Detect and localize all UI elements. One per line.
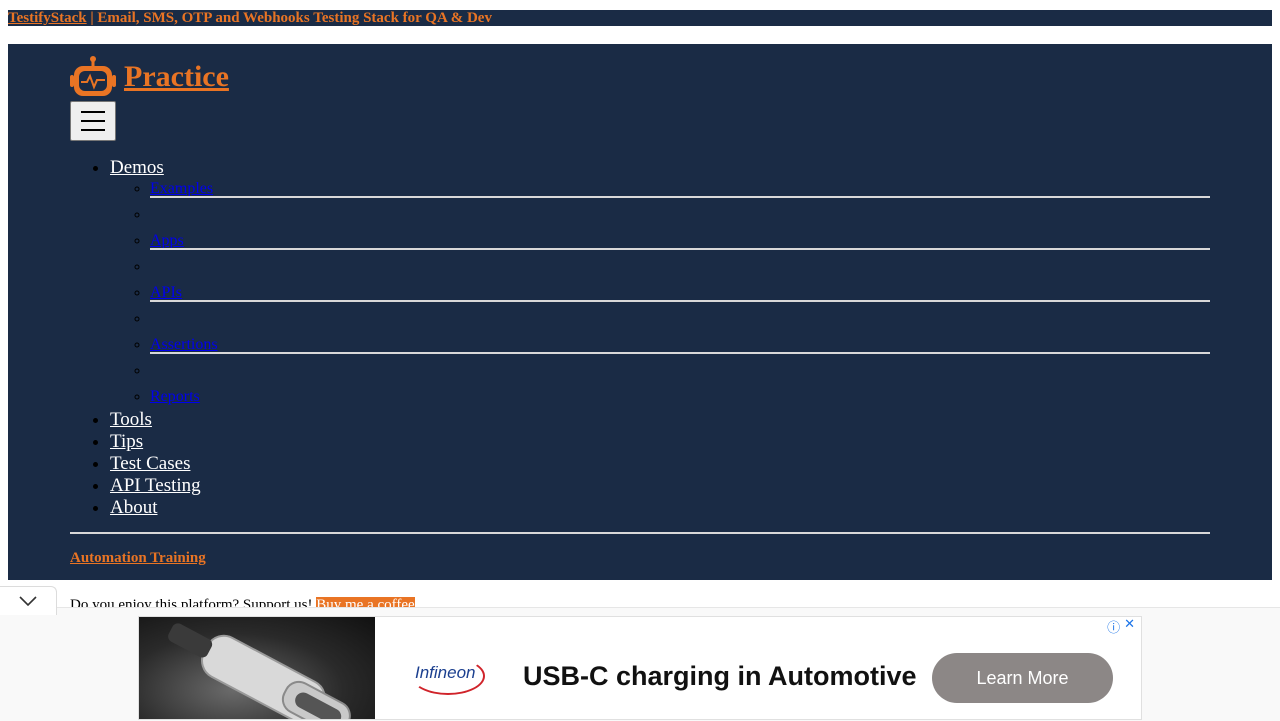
ad-learn-more-button[interactable]: Learn More [932, 653, 1113, 703]
dropdown-item: APIs [150, 283, 1250, 309]
nav-link-about[interactable]: About [110, 497, 158, 518]
advertisement-banner[interactable]: Infineon USB-C charging in Automotive Le… [138, 616, 1142, 720]
hamburger-line [81, 111, 105, 113]
nav-item-test-cases: Test Cases [110, 453, 1250, 475]
nav-link-tips[interactable]: Tips [110, 431, 143, 452]
close-icon[interactable]: ✕ [1124, 617, 1135, 636]
dropdown-divider [150, 352, 1250, 387]
ad-headline: USB-C charging in Automotive [523, 661, 917, 691]
dropdown-link-reports[interactable]: Reports [150, 388, 200, 405]
demos-dropdown: Examples Apps APIs Assertions Reports [110, 179, 1250, 409]
nav-item-api-testing: API Testing [110, 475, 1250, 497]
dropdown-divider [150, 196, 1250, 231]
hamburger-line [81, 129, 105, 131]
dropdown-item: Apps [150, 231, 1250, 257]
promo-bar: TestifyStack | Email, SMS, OTP and Webho… [8, 10, 1272, 26]
dropdown-link-assertions[interactable]: Assertions [150, 336, 218, 353]
ad-brand-logo: Infineon [415, 663, 476, 682]
automation-training-link[interactable]: Automation Training [70, 550, 206, 567]
dropdown-item: Examples [150, 179, 1250, 205]
nav-item-about: About [110, 497, 1250, 519]
main-navbar: Practice Demos Examples Apps APIs Assert… [8, 44, 1272, 580]
ad-product-image [139, 617, 375, 719]
info-icon[interactable]: ⓘ [1107, 617, 1120, 636]
ad-collapse-button[interactable] [0, 586, 57, 615]
dropdown-divider [150, 300, 1250, 335]
nav-item-demos: Demos Examples Apps APIs Assertions Repo… [110, 157, 1250, 409]
testifystack-link[interactable]: TestifyStack [8, 10, 87, 26]
dropdown-link-examples[interactable]: Examples [150, 180, 213, 197]
promo-tagline: | Email, SMS, OTP and Webhooks Testing S… [86, 10, 492, 26]
dropdown-divider [150, 248, 1250, 283]
nav-link-test-cases[interactable]: Test Cases [110, 453, 190, 474]
dropdown-link-apis[interactable]: APIs [150, 284, 182, 301]
hamburger-line [81, 120, 105, 122]
usb-c-cable-icon [168, 623, 351, 719]
dropdown-item: Reports [150, 387, 1250, 409]
chevron-down-icon [19, 596, 37, 606]
nav-menu: Demos Examples Apps APIs Assertions Repo… [70, 157, 1250, 519]
nav-link-api-testing[interactable]: API Testing [110, 475, 201, 496]
robot-logo-icon [70, 56, 116, 96]
navbar-divider [70, 532, 1210, 534]
nav-link-tools[interactable]: Tools [110, 409, 152, 430]
nav-item-tips: Tips [110, 431, 1250, 453]
dropdown-item: Assertions [150, 335, 1250, 361]
ad-choices: ⓘ ✕ [1107, 617, 1135, 636]
dropdown-link-apps[interactable]: Apps [150, 232, 184, 249]
brand-label: Practice [124, 60, 229, 93]
navbar-toggler-button[interactable] [70, 101, 116, 141]
brand-link[interactable]: Practice [70, 54, 229, 100]
nav-link-demos[interactable]: Demos [110, 157, 164, 178]
nav-item-tools: Tools [110, 409, 1250, 431]
